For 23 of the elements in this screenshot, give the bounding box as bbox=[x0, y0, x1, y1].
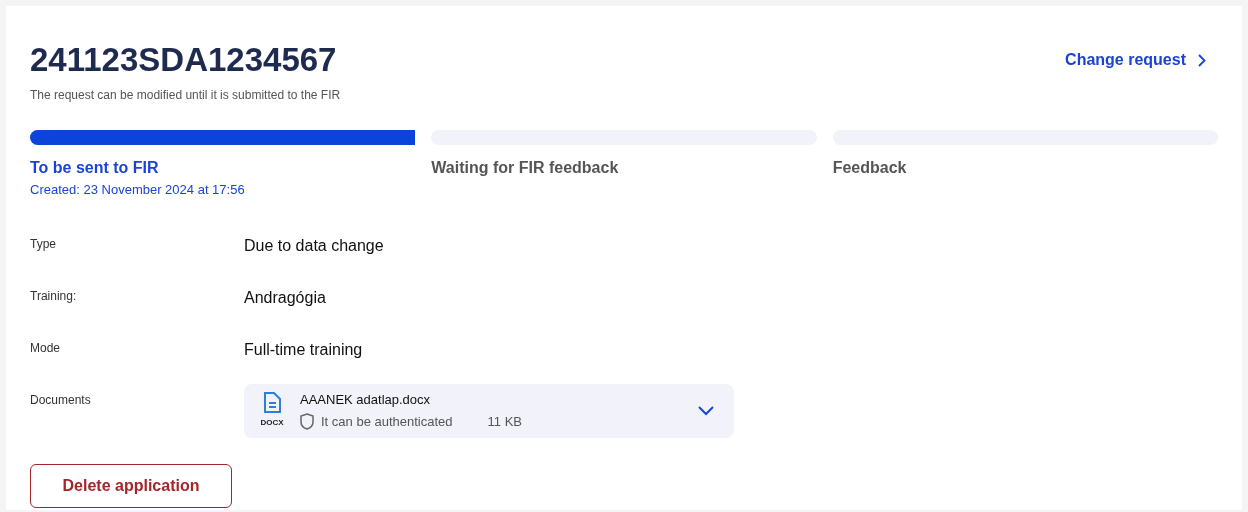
field-label: Type bbox=[30, 235, 57, 253]
field-value: Full-time training bbox=[244, 339, 363, 360]
step-label: To be sent to FIR bbox=[30, 158, 160, 178]
shield-icon bbox=[300, 412, 314, 430]
request-id: 241123SDA1234567 bbox=[30, 42, 338, 78]
chevron-icon bbox=[698, 405, 714, 416]
step-label: Waiting for FIR feedback bbox=[431, 158, 620, 178]
step-date: Created: 23 November 2024 at 17:56 bbox=[30, 181, 246, 199]
chevron-right-icon bbox=[1198, 53, 1206, 67]
file-size: 11 KB bbox=[487, 412, 522, 431]
delete-button[interactable]: Delete application bbox=[30, 463, 232, 508]
field-value: Andragógia bbox=[244, 287, 326, 308]
field-label: Training: bbox=[30, 287, 78, 305]
file-type: DOCX bbox=[260, 417, 284, 429]
step-label: Feedback bbox=[832, 158, 908, 178]
field-label: Documents bbox=[30, 391, 92, 409]
change-request-link[interactable]: Change request bbox=[1065, 48, 1206, 72]
authentication-status: It can be authenticated bbox=[321, 412, 453, 431]
field-label: Mode bbox=[30, 339, 62, 357]
request-subtitle: The request can be modified until it is submitted to the FIR bbox=[30, 87, 341, 104]
field-value: Due to data change bbox=[244, 235, 384, 256]
document-icon bbox=[263, 392, 281, 414]
file-name: AAANEK adatlap.docx bbox=[300, 391, 432, 409]
